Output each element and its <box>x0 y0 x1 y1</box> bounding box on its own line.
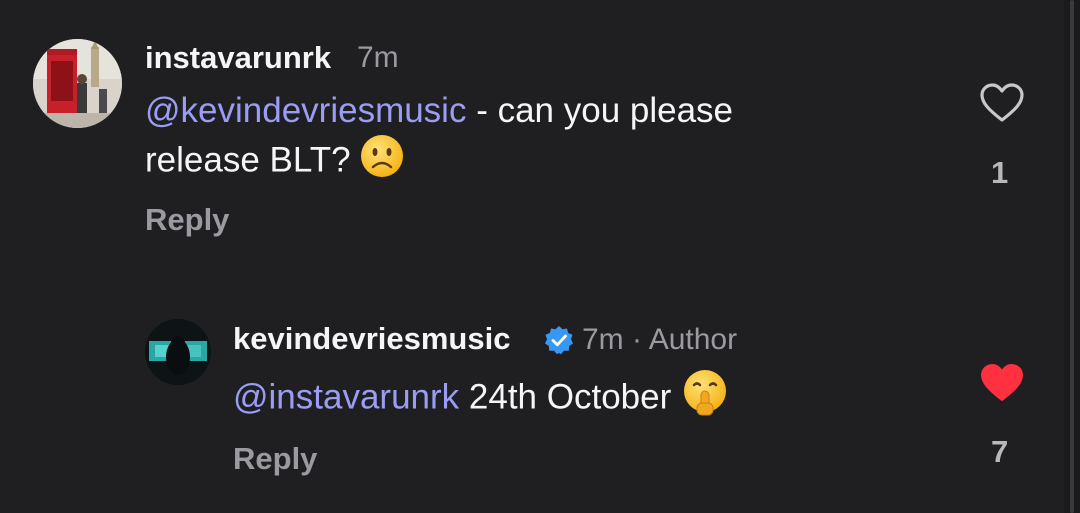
profile-photo <box>145 319 211 385</box>
avatar-kevindevriesmusic[interactable] <box>145 319 211 385</box>
verified-badge-icon <box>544 325 574 360</box>
reply-text: @instavarunrk 24th October <box>233 369 729 429</box>
scrollbar-track[interactable] <box>1070 0 1074 513</box>
comment-time: 7m <box>357 41 399 74</box>
author-badge: Author <box>648 323 738 356</box>
reply-time: 7m <box>582 323 624 356</box>
reply-text-content: 24th October <box>459 377 672 417</box>
reply-meta: 7m · Author <box>582 323 737 357</box>
reply-button[interactable]: Reply <box>233 441 317 477</box>
comment-username[interactable]: instavarunrk <box>145 40 331 76</box>
heart-filled-icon <box>981 364 1023 401</box>
mention-link[interactable]: @kevindevriesmusic <box>145 91 466 130</box>
meta-separator: · <box>632 323 643 356</box>
mention-link[interactable]: @instavarunrk <box>233 377 459 416</box>
heart-outline-icon <box>980 83 1024 122</box>
profile-photo <box>33 39 122 128</box>
comment-text-line1: - can you please <box>466 91 734 130</box>
comment-text: @kevindevriesmusic - can you please rele… <box>145 88 733 190</box>
avatar-instavarunrk[interactable] <box>33 39 122 128</box>
reply-username[interactable]: kevindevriesmusic <box>233 321 510 357</box>
scrollbar[interactable] <box>1064 0 1080 513</box>
frowning-face-emoji-icon <box>360 134 404 190</box>
shushing-face-emoji-icon <box>681 369 729 429</box>
reply-button[interactable]: Reply <box>145 202 229 238</box>
like-count[interactable]: 1 <box>991 155 1008 191</box>
like-button[interactable] <box>979 362 1025 409</box>
comment-text-line2: release BLT? <box>145 140 351 180</box>
like-button[interactable] <box>979 82 1025 129</box>
like-count[interactable]: 7 <box>991 434 1008 470</box>
